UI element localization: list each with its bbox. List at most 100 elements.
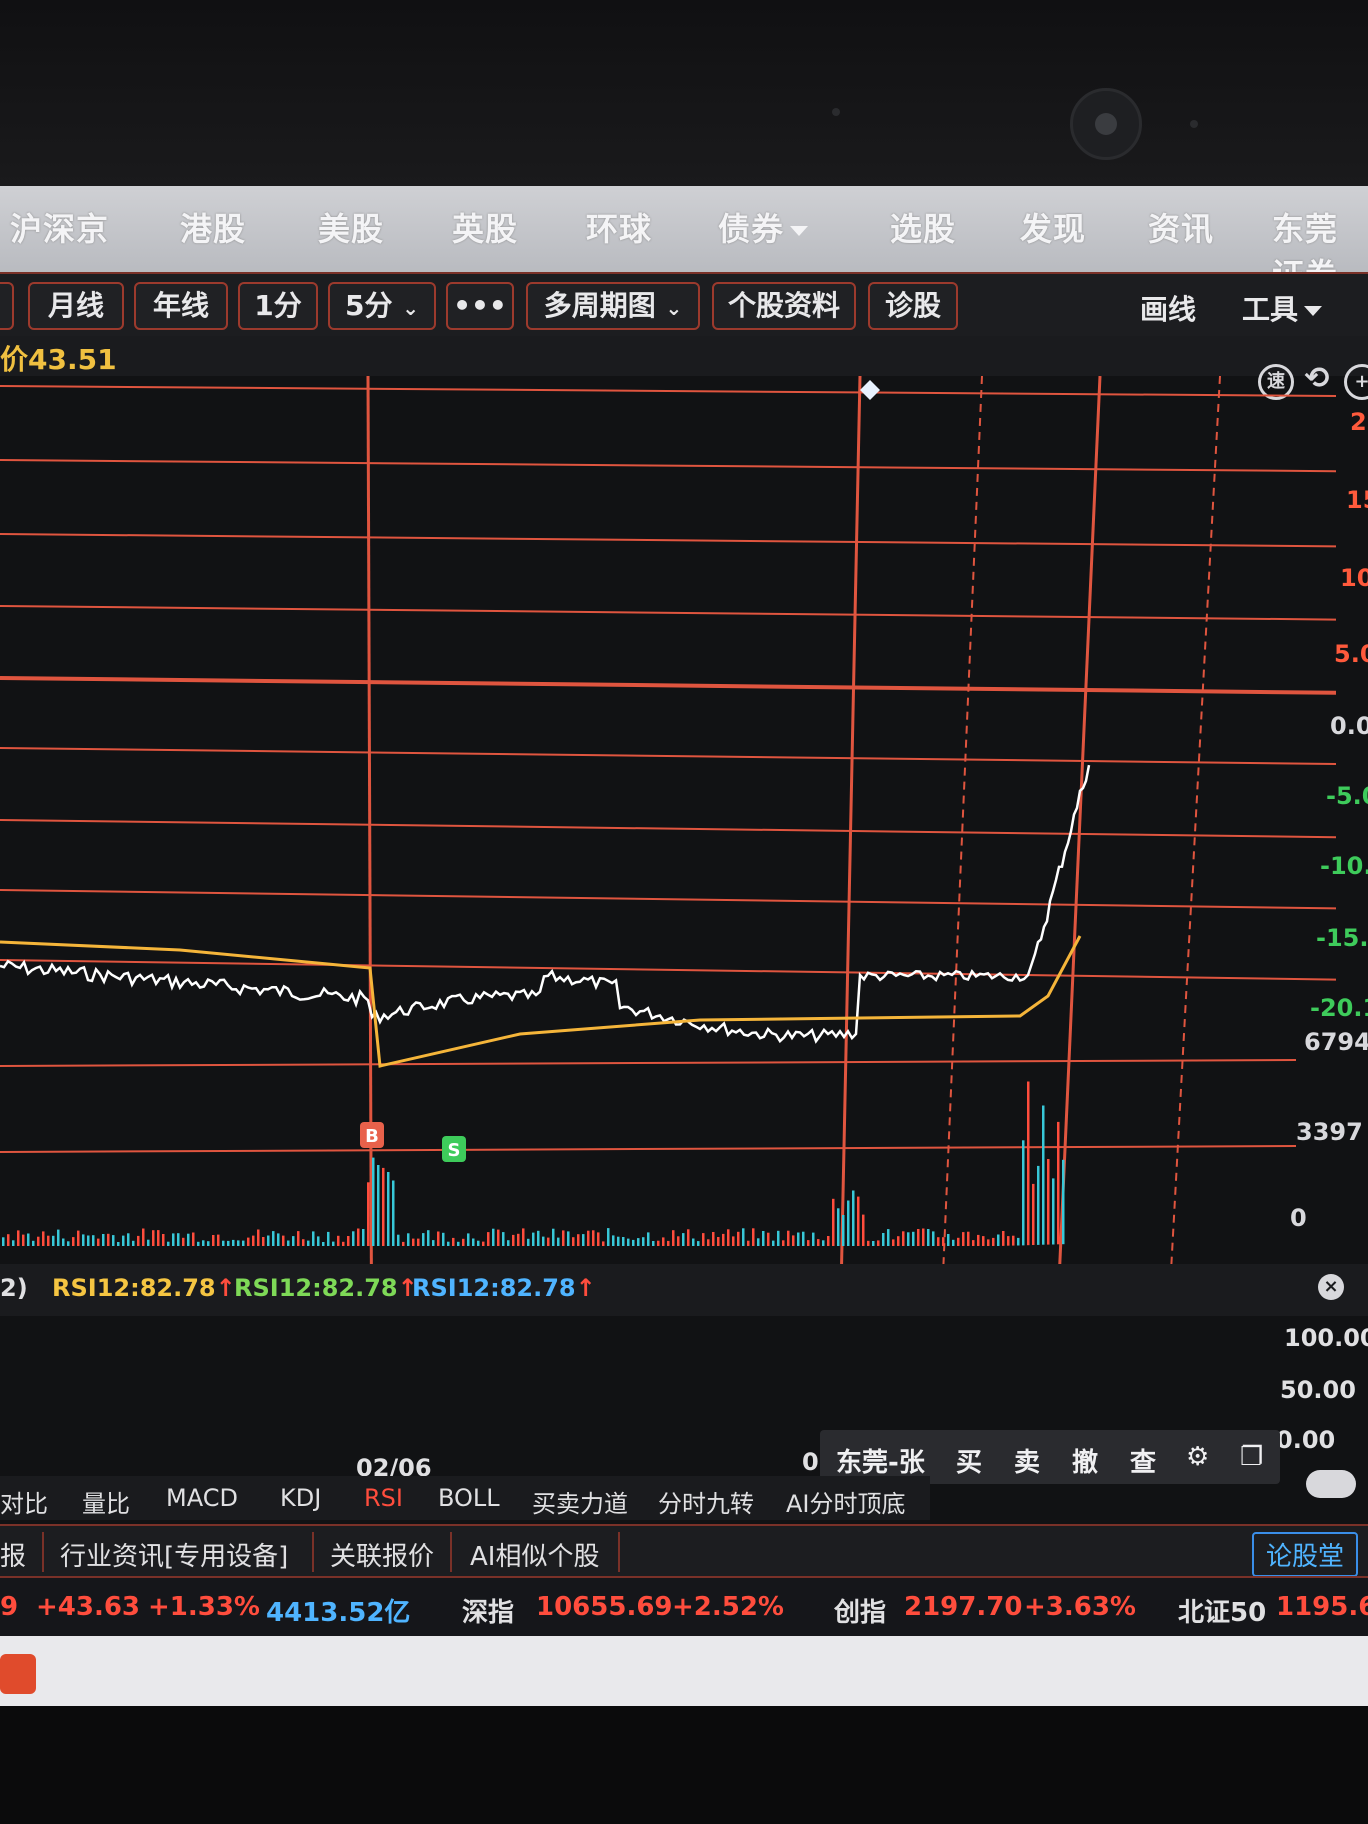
chevron-down-icon bbox=[1304, 306, 1323, 316]
diagnose-button[interactable]: 诊股 bbox=[868, 282, 958, 330]
ticker-name-shenzhen[interactable]: 深指 bbox=[462, 1592, 514, 1629]
draw-line-link[interactable]: 画线 bbox=[1140, 288, 1196, 328]
price-series bbox=[0, 764, 1091, 1068]
volume-bar bbox=[722, 1233, 725, 1246]
laptop-bezel bbox=[0, 0, 1368, 190]
cursor-diamond-icon[interactable] bbox=[860, 380, 880, 400]
volume-bar bbox=[642, 1237, 645, 1246]
grid-line bbox=[0, 747, 1337, 765]
volume-bar bbox=[502, 1232, 505, 1246]
period-button-month[interactable]: 月线 bbox=[28, 282, 124, 330]
buy-marker[interactable]: B bbox=[360, 1122, 384, 1148]
volume-bar bbox=[312, 1231, 315, 1246]
volume-bar bbox=[852, 1190, 855, 1246]
period-button-prev[interactable] bbox=[0, 282, 14, 330]
volume-bar bbox=[557, 1237, 560, 1246]
tab-compare[interactable]: 对比 bbox=[0, 1484, 48, 1519]
tab-industry-news[interactable]: 行业资讯[专用设备] bbox=[60, 1536, 288, 1573]
volume-bar bbox=[177, 1233, 180, 1246]
window-restore-icon[interactable]: ❐ bbox=[1240, 1442, 1263, 1472]
volume-bar bbox=[592, 1230, 595, 1246]
ticker-turnover: 4413.52亿 bbox=[266, 1598, 411, 1628]
nav-item-news[interactable]: 资讯 bbox=[1148, 204, 1214, 250]
query-button[interactable]: 查 bbox=[1130, 1442, 1156, 1479]
tab-macd[interactable]: MACD bbox=[166, 1484, 238, 1512]
volume-bar bbox=[962, 1232, 965, 1246]
tab-intraday-nine[interactable]: 分时九转 bbox=[658, 1484, 754, 1519]
buy-button[interactable]: 买 bbox=[956, 1442, 982, 1479]
cancel-order-button[interactable]: 撤 bbox=[1072, 1442, 1098, 1479]
volume-bar bbox=[787, 1230, 790, 1246]
volume-bar bbox=[647, 1232, 650, 1246]
rsi-legend-3-text: RSI12:82.78 bbox=[412, 1274, 576, 1302]
volume-bar bbox=[977, 1234, 980, 1246]
rsi-param-label: 2) bbox=[0, 1274, 28, 1302]
rsi-axis-0: 0.00 bbox=[1276, 1426, 1336, 1454]
volume-bar bbox=[672, 1230, 675, 1246]
rsi-axis-100: 100.00 bbox=[1284, 1324, 1368, 1352]
grid-line bbox=[0, 385, 1337, 397]
tab-kdj[interactable]: KDJ bbox=[280, 1484, 321, 1512]
volume-bar bbox=[847, 1200, 850, 1246]
period-button-year[interactable]: 年线 bbox=[134, 282, 228, 330]
sell-button[interactable]: 卖 bbox=[1014, 1442, 1040, 1479]
trade-account-label[interactable]: 东莞-张 bbox=[836, 1442, 925, 1479]
toggle-switch[interactable] bbox=[1306, 1470, 1356, 1498]
volume-bar bbox=[822, 1240, 825, 1246]
tab-related-quotes[interactable]: 关联报价 bbox=[330, 1536, 434, 1573]
tab-report[interactable]: 报 bbox=[0, 1536, 26, 1573]
ticker-name-bz50[interactable]: 北证50 bbox=[1178, 1592, 1266, 1629]
ticker-name-chinext[interactable]: 创指 bbox=[834, 1592, 886, 1629]
volume-bar bbox=[1027, 1081, 1030, 1246]
nav-item-hushenjing[interactable]: 沪深京 bbox=[10, 204, 109, 250]
volume-bar bbox=[957, 1237, 960, 1246]
volume-bar bbox=[812, 1232, 815, 1246]
volume-bar bbox=[867, 1240, 870, 1246]
volume-bar bbox=[227, 1240, 230, 1246]
period-button-1min[interactable]: 1分 bbox=[238, 282, 318, 330]
volume-bar bbox=[202, 1240, 205, 1246]
nav-item-hk[interactable]: 港股 bbox=[180, 204, 246, 250]
nav-item-stock-picker[interactable]: 选股 bbox=[890, 204, 956, 250]
gear-icon[interactable]: ⚙ bbox=[1186, 1442, 1209, 1472]
close-icon[interactable]: × bbox=[1318, 1274, 1344, 1300]
volume-bar bbox=[282, 1235, 285, 1246]
volume-bar bbox=[572, 1237, 575, 1246]
sensor-dot bbox=[832, 108, 840, 116]
nav-item-uk[interactable]: 英股 bbox=[452, 204, 518, 250]
nav-item-bond[interactable]: 债券 bbox=[718, 204, 809, 250]
tools-link[interactable]: 工具 bbox=[1242, 288, 1323, 328]
stock-info-button[interactable]: 个股资料 bbox=[712, 282, 856, 330]
price-info-bar: 价43.51 bbox=[0, 336, 1368, 376]
multi-period-button[interactable]: 多周期图 ⌄ bbox=[526, 282, 700, 330]
tab-rsi[interactable]: RSI bbox=[364, 1484, 403, 1512]
nav-item-us[interactable]: 美股 bbox=[318, 204, 384, 250]
volume-bar bbox=[632, 1239, 635, 1246]
nav-item-discover[interactable]: 发现 bbox=[1020, 204, 1086, 250]
period-button-5min[interactable]: 5分 ⌄ bbox=[328, 282, 436, 330]
tab-ai-similar[interactable]: AI相似个股 bbox=[470, 1536, 599, 1573]
more-button[interactable]: ••• bbox=[446, 282, 514, 330]
volume-bar bbox=[322, 1242, 325, 1246]
tab-volume-ratio[interactable]: 量比 bbox=[82, 1484, 130, 1519]
sell-marker[interactable]: S bbox=[442, 1136, 466, 1162]
volume-bar bbox=[997, 1234, 1000, 1246]
volume-bar bbox=[442, 1232, 445, 1246]
nav-item-global[interactable]: 环球 bbox=[586, 204, 652, 250]
volume-bar bbox=[737, 1231, 740, 1246]
volume-bar bbox=[362, 1229, 365, 1246]
volume-axis-mid: 3397 bbox=[1296, 1118, 1363, 1146]
volume-bar bbox=[1052, 1178, 1055, 1245]
webcam-icon bbox=[1070, 88, 1142, 160]
forum-button[interactable]: 论股堂 bbox=[1252, 1532, 1359, 1577]
volume-bar bbox=[352, 1231, 355, 1246]
tab-buy-sell-force[interactable]: 买卖力道 bbox=[532, 1484, 628, 1519]
tab-boll[interactable]: BOLL bbox=[438, 1484, 500, 1512]
average-line bbox=[0, 935, 1082, 1068]
volume-bars bbox=[2, 1081, 1065, 1246]
volume-bar bbox=[317, 1236, 320, 1246]
volume-bar bbox=[137, 1235, 140, 1246]
tab-ai-top-bottom[interactable]: AI分时顶底 bbox=[786, 1484, 906, 1519]
app-taskbar-icon[interactable] bbox=[0, 1654, 36, 1694]
chart-canvas: B S bbox=[0, 376, 1337, 1276]
